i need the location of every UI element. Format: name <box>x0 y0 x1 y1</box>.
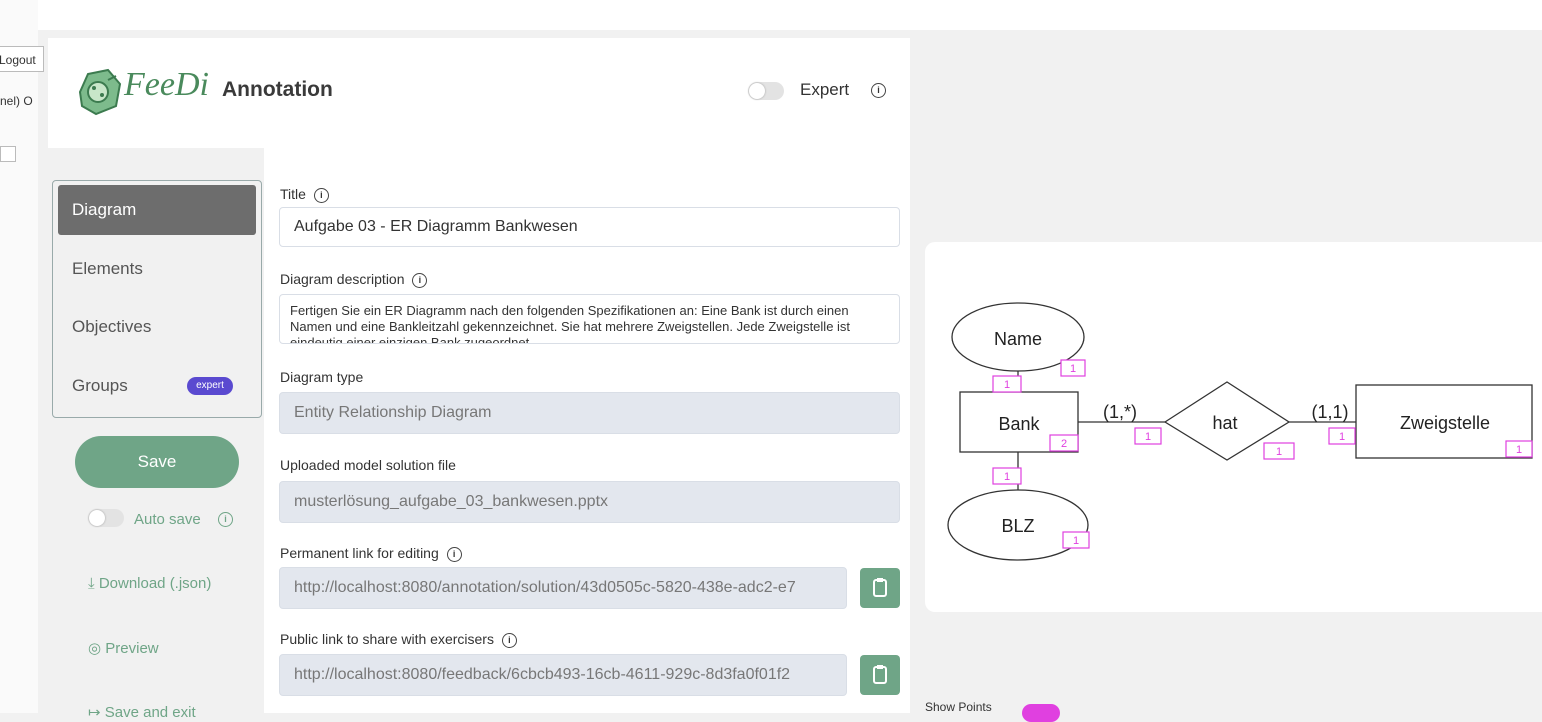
blz-text: BLZ <box>1001 516 1034 536</box>
top-bar <box>38 0 1542 30</box>
save-button[interactable]: Save <box>75 436 239 488</box>
logo-text: FeeDi <box>124 66 209 103</box>
download-label: Download (.json) <box>98 575 212 592</box>
cardinality-left: (1,*) <box>1103 402 1137 422</box>
show-points-toggle[interactable] <box>1022 704 1060 722</box>
cardinality-right: (1,1) <box>1311 402 1348 422</box>
autosave-toggle[interactable] <box>88 509 124 527</box>
copy-permalink-button[interactable] <box>860 568 900 608</box>
bank-text: Bank <box>998 414 1040 434</box>
name-text: Name <box>994 329 1042 349</box>
autosave-info-icon[interactable]: i <box>218 512 233 527</box>
badge-name: 1 <box>1070 363 1076 375</box>
autosave-label: Auto save <box>134 511 201 528</box>
nav-item-objectives[interactable]: Objectives <box>58 302 256 352</box>
zweigstelle-text: Zweigstelle <box>1400 413 1490 433</box>
preview-link[interactable]: ◎ Preview <box>88 639 159 657</box>
title-info-icon[interactable]: i <box>313 187 329 203</box>
title-input[interactable]: Aufgabe 03 - ER Diagramm Bankwesen <box>279 207 900 247</box>
show-points-label: Show Points <box>925 700 992 714</box>
eye-icon: ◎ <box>88 640 106 657</box>
public-info-icon[interactable]: i <box>501 632 517 648</box>
preview-label: Preview <box>105 640 159 657</box>
description-textarea[interactable]: Fertigen Sie ein ER Diagramm nach den fo… <box>279 294 900 344</box>
page-title: Annotation <box>222 78 333 101</box>
permalink-label-text: Permanent link for editing <box>280 545 439 561</box>
permalink-field[interactable]: http://localhost:8080/annotation/solutio… <box>279 567 847 609</box>
badge-zweigstelle: 1 <box>1516 444 1522 456</box>
info-icon[interactable]: i <box>871 83 886 98</box>
title-label-text: Title <box>280 186 306 202</box>
badge-card-right: 1 <box>1339 431 1345 443</box>
logout-button[interactable]: Logout <box>0 46 44 72</box>
er-diagram: Name BLZ Bank hat Zweigstelle (1,*) (1,1… <box>947 302 1533 561</box>
hat-text: hat <box>1212 413 1237 433</box>
uploaded-label: Uploaded model solution file <box>280 457 456 473</box>
description-label: Diagram description i <box>280 271 428 288</box>
badge-card-left: 1 <box>1145 431 1151 443</box>
expert-label: Expert <box>800 80 850 99</box>
badge-bank-bottom: 1 <box>1004 471 1010 483</box>
badge-bank-top: 1 <box>1004 379 1010 391</box>
public-link-field[interactable]: http://localhost:8080/feedback/6cbcb493-… <box>279 654 847 696</box>
badge-bank: 2 <box>1061 438 1067 450</box>
nav-item-elements[interactable]: Elements <box>58 244 256 294</box>
badge-hat: 1 <box>1276 446 1282 458</box>
title-label: Title i <box>280 186 329 203</box>
permalink-info-icon[interactable]: i <box>446 546 462 562</box>
description-label-text: Diagram description <box>280 271 405 287</box>
download-link[interactable]: ⤓ Download (.json) <box>88 575 211 592</box>
diagram-type-field: Entity Relationship Diagram <box>279 392 900 434</box>
public-label-text: Public link to share with exercisers <box>280 631 494 647</box>
permalink-label: Permanent link for editing i <box>280 545 462 562</box>
nav-item-diagram[interactable]: Diagram <box>58 185 256 235</box>
clipboard-icon <box>873 665 887 684</box>
clipboard-icon <box>873 578 887 597</box>
copy-public-link-button[interactable] <box>860 655 900 695</box>
small-box <box>0 146 16 162</box>
download-icon: ⤓ <box>88 575 99 592</box>
type-label: Diagram type <box>280 369 364 385</box>
panel-text: nel) O <box>0 94 33 108</box>
uploaded-file-field: musterlösung_aufgabe_03_bankwesen.pptx <box>279 481 900 523</box>
save-exit-link[interactable]: ↦ Save and exit <box>88 703 196 721</box>
expert-toggle[interactable] <box>748 82 784 100</box>
public-link-label: Public link to share with exercisers i <box>280 631 517 648</box>
description-info-icon[interactable]: i <box>412 272 428 288</box>
expert-badge: expert <box>187 377 233 395</box>
badge-blz: 1 <box>1073 535 1079 547</box>
